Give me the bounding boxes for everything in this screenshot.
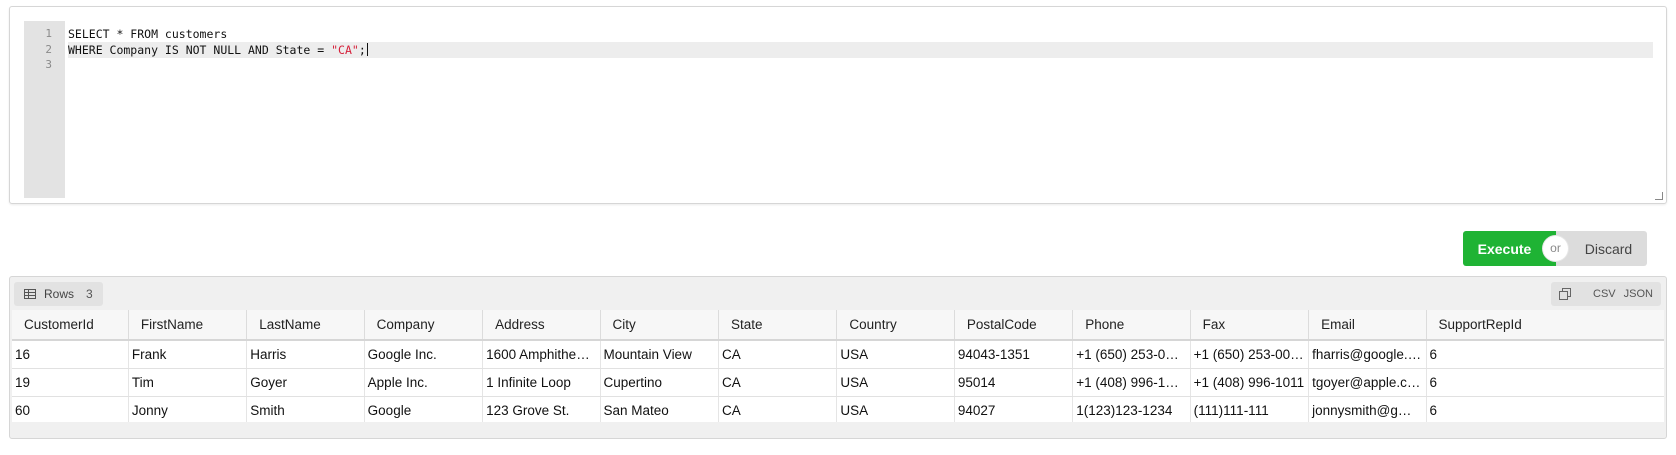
rows-tab[interactable]: Rows 3	[14, 282, 103, 306]
table-cell[interactable]: 1 Infinite Loop	[482, 368, 601, 397]
line-number: 1	[45, 27, 52, 40]
table-cell[interactable]: San Mateo	[600, 396, 719, 422]
code-line[interactable]: SELECT * FROM customers	[68, 26, 1653, 42]
table-cell[interactable]: Google	[364, 396, 484, 422]
table-cell[interactable]: 123 Grove St.	[482, 396, 601, 422]
table-row[interactable]: 19 Tim Goyer Apple Inc. 1 Infinite Loop …	[12, 368, 1664, 397]
export-csv-button[interactable]: CSV	[1593, 288, 1616, 300]
table-cell[interactable]: 6	[1426, 368, 1664, 397]
column-header[interactable]: Company	[364, 310, 484, 341]
column-header[interactable]: City	[600, 310, 719, 341]
column-header[interactable]: Country	[836, 310, 955, 341]
table-cell[interactable]: Smith	[246, 396, 365, 422]
table-cell[interactable]: CA	[718, 396, 838, 422]
table-cell[interactable]: tgoyer@apple.com	[1308, 368, 1427, 397]
table-cell[interactable]: Mountain View	[600, 340, 719, 369]
column-header[interactable]: SupportRepId	[1426, 310, 1664, 341]
table-cell[interactable]: (111)111-111	[1190, 396, 1310, 422]
table-cell[interactable]: +1 (408) 996-1010	[1072, 368, 1191, 397]
copy-icon[interactable]	[1559, 288, 1572, 300]
resize-handle-icon[interactable]	[1655, 192, 1663, 200]
line-number: 3	[45, 58, 52, 71]
header-row: CustomerId FirstName LastName Company Ad…	[12, 310, 1664, 341]
table-cell[interactable]: 16	[12, 340, 129, 369]
table-cell[interactable]: +1 (408) 996-1011	[1190, 368, 1310, 397]
table-cell[interactable]: USA	[836, 396, 955, 422]
column-header[interactable]: Email	[1308, 310, 1427, 341]
table-cell[interactable]: 94027	[954, 396, 1074, 422]
table-cell[interactable]: Frank	[128, 340, 248, 369]
column-header[interactable]: Phone	[1072, 310, 1191, 341]
table-cell[interactable]: 1(123)123-1234	[1072, 396, 1191, 422]
column-header[interactable]: Fax	[1190, 310, 1310, 341]
table-cell[interactable]: Jonny	[128, 396, 248, 422]
query-actions: Execute Discard or	[1463, 231, 1647, 266]
or-separator: or	[1543, 236, 1568, 261]
table-cell[interactable]: Cupertino	[600, 368, 719, 397]
row-count-badge: 3	[86, 287, 93, 301]
table-cell[interactable]: 94043-1351	[954, 340, 1074, 369]
table-icon	[24, 289, 36, 299]
column-header[interactable]: CustomerId	[12, 310, 129, 341]
table-cell[interactable]: jonnysmith@gmail.com	[1308, 396, 1427, 422]
rows-tab-label: Rows	[44, 287, 75, 301]
results-grid[interactable]: CustomerId FirstName LastName Company Ad…	[12, 310, 1664, 422]
table-cell[interactable]: 60	[12, 396, 129, 422]
table-cell[interactable]: 1600 Amphitheatre Parkway	[482, 340, 601, 369]
table-cell[interactable]: CA	[718, 340, 838, 369]
table-cell[interactable]: +1 (650) 253-0000	[1190, 340, 1310, 369]
table-cell[interactable]: Goyer	[246, 368, 365, 397]
line-number: 2	[45, 43, 52, 56]
column-header[interactable]: LastName	[246, 310, 365, 341]
code-line[interactable]	[68, 57, 1653, 73]
string-literal: "CA"	[331, 43, 359, 57]
column-header[interactable]: FirstName	[128, 310, 248, 341]
table-cell[interactable]: 6	[1426, 396, 1664, 422]
table-cell[interactable]: CA	[718, 368, 838, 397]
table-cell[interactable]: USA	[836, 368, 955, 397]
column-header[interactable]: PostalCode	[954, 310, 1074, 341]
results-panel: Rows 3 CSV JSON CustomerId FirstName Las…	[9, 276, 1667, 439]
export-toolbar: CSV JSON	[1551, 282, 1661, 306]
table-cell[interactable]: Harris	[246, 340, 365, 369]
table-cell[interactable]: Tim	[128, 368, 248, 397]
column-header[interactable]: Address	[482, 310, 601, 341]
discard-button[interactable]: Discard	[1556, 231, 1647, 266]
text-cursor	[366, 43, 368, 56]
table-cell[interactable]: 6	[1426, 340, 1664, 369]
table-cell[interactable]: 95014	[954, 368, 1074, 397]
table-cell[interactable]: fharris@google.com	[1308, 340, 1427, 369]
sql-editor[interactable]: 1 2 3 SELECT * FROM customers WHERE Comp…	[9, 6, 1667, 204]
table-cell[interactable]: 19	[12, 368, 129, 397]
table-cell[interactable]: USA	[836, 340, 955, 369]
line-number-gutter: 1 2 3	[24, 21, 65, 198]
column-header[interactable]: State	[718, 310, 838, 341]
table-row[interactable]: 60 Jonny Smith Google 123 Grove St. San …	[12, 396, 1664, 422]
table-cell[interactable]: Apple Inc.	[364, 368, 484, 397]
table-row[interactable]: 16 Frank Harris Google Inc. 1600 Amphith…	[12, 340, 1664, 369]
code-line-active[interactable]: WHERE Company IS NOT NULL AND State = "C…	[68, 42, 1653, 58]
table-cell[interactable]: +1 (650) 253-0000	[1072, 340, 1191, 369]
table-cell[interactable]: Google Inc.	[364, 340, 484, 369]
export-json-button[interactable]: JSON	[1624, 288, 1653, 300]
